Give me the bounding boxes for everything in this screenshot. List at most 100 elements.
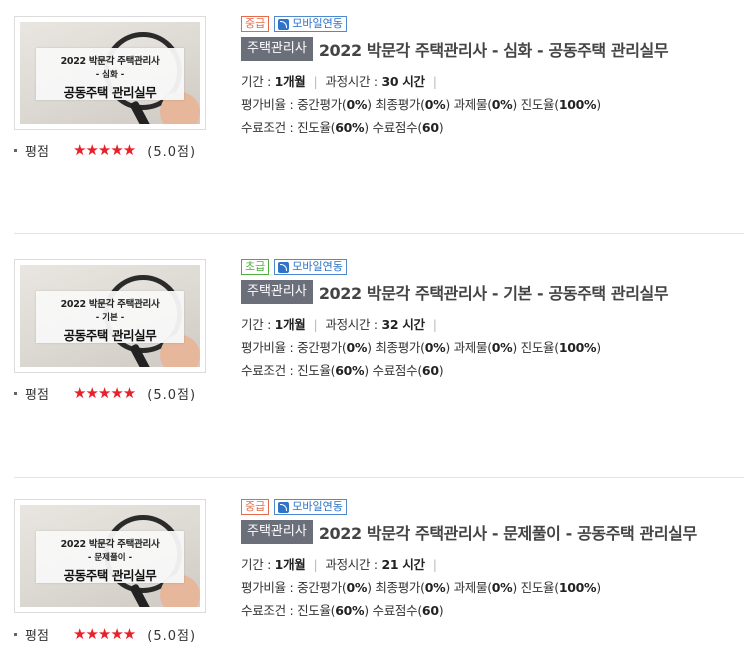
level-badge: 초급 [241, 259, 270, 275]
final-value: 0% [424, 340, 446, 355]
thumbnail-line2: - 기본 - [95, 313, 125, 323]
meta-complete-cond: 수료조건 : 진도율(60%) 수료점수(60) [241, 599, 744, 622]
hours-label: 과정시간 : [325, 317, 382, 332]
thumbnail-image: 2022 박문각 주택관리사 - 기본 - 공동주택 관리실무 [20, 265, 200, 367]
cond-end: ) [438, 603, 444, 618]
title-row: 주택관리사 2022 박문각 주택관리사 - 기본 - 공동주택 관리실무 [241, 280, 744, 304]
mid-label: 중간평가( [297, 340, 347, 355]
course-thumbnail[interactable]: 2022 박문각 주택관리사 - 문제풀이 - 공동주택 관리실무 [14, 499, 206, 613]
ratio-end: ) [596, 97, 601, 112]
hours-label: 과정시간 : [325, 74, 382, 89]
mid-label: 중간평가( [297, 97, 347, 112]
rss-icon [278, 501, 290, 513]
cond-score-label: ) 수료점수( [364, 603, 422, 618]
rating-score: (5.0점) [147, 387, 197, 403]
course-thumbnail[interactable]: 2022 박문각 주택관리사 - 기본 - 공동주택 관리실무 [14, 259, 206, 373]
meta-eval-ratio: 평가비율 : 중간평가(0%) 최종평가(0%) 과제물(0%) 진도율(100… [241, 336, 744, 359]
period-value: 1개월 [274, 557, 306, 572]
cond-progress-value: 60% [335, 603, 365, 618]
course-rating: 평점 ★★★★★ (5.0점) [14, 624, 196, 644]
course-item: 2022 박문각 주택관리사 - 심화 - 공동주택 관리실무 평점 ★★★★★… [0, 0, 744, 232]
course-title-link[interactable]: 2022 박문각 주택관리사 - 심화 - 공동주택 관리실무 [319, 37, 669, 61]
mid-label: 중간평가( [297, 580, 347, 595]
bullet-icon [14, 148, 17, 152]
cond-progress-label: 진도율( [297, 120, 336, 135]
thumbnail-card: 2022 박문각 주택관리사 - 문제풀이 - 공동주택 관리실무 [36, 531, 184, 583]
level-badge: 중급 [241, 499, 270, 515]
course-meta: 기간 : 1개월 | 과정시간 : 32 시간 | 평가비율 : 중간평가(0%) 최… [241, 313, 744, 382]
category-tag: 주택관리사 [241, 520, 313, 544]
meta-complete-cond: 수료조건 : 진도율(60%) 수료점수(60) [241, 116, 744, 139]
mobile-badge: 모바일연동 [274, 16, 347, 32]
meta-period-hours: 기간 : 1개월 | 과정시간 : 21 시간 | [241, 553, 744, 576]
thumbnail-line3: 공동주택 관리실무 [63, 568, 157, 583]
thumbnail-line3: 공동주택 관리실무 [63, 328, 157, 343]
assign-value: 0% [491, 97, 513, 112]
final-label: ) 최종평가( [367, 580, 425, 595]
period-value: 1개월 [274, 317, 306, 332]
title-row: 주택관리사 2022 박문각 주택관리사 - 심화 - 공동주택 관리실무 [241, 37, 744, 61]
cond-score-label: ) 수료점수( [364, 363, 422, 378]
assign-label: ) 과제물( [445, 580, 492, 595]
progress-value: 100% [558, 340, 597, 355]
rating-label: 평점 [25, 144, 49, 160]
mid-value: 0% [346, 97, 368, 112]
progress-value: 100% [558, 580, 597, 595]
thumbnail-line2: - 문제풀이 - [87, 553, 133, 563]
meta-complete-cond: 수료조건 : 진도율(60%) 수료점수(60) [241, 359, 744, 382]
course-item: 2022 박문각 주택관리사 - 문제풀이 - 공동주택 관리실무 평점 ★★★… [0, 477, 744, 662]
progress-label: ) 진도율( [512, 580, 559, 595]
period-label: 기간 : [241, 317, 275, 332]
divider-line [14, 477, 744, 478]
rss-icon [278, 261, 290, 273]
final-value: 0% [424, 97, 446, 112]
mobile-badge-label: 모바일연동 [292, 17, 343, 30]
course-rating: 평점 ★★★★★ (5.0점) [14, 383, 196, 403]
thumbnail-card: 2022 박문각 주택관리사 - 심화 - 공동주택 관리실무 [36, 48, 184, 100]
thumbnail-line3: 공동주택 관리실무 [63, 85, 157, 100]
star-rating-icon: ★★★★★ [73, 625, 136, 643]
period-value: 1개월 [274, 74, 306, 89]
divider: | [313, 317, 318, 332]
divider: | [432, 74, 437, 89]
course-meta: 기간 : 1개월 | 과정시간 : 21 시간 | 평가비율 : 중간평가(0%) 최… [241, 553, 744, 622]
thumbnail-line1: 2022 박문각 주택관리사 [60, 539, 160, 550]
rating-score: (5.0점) [147, 144, 197, 160]
final-value: 0% [424, 580, 446, 595]
divider: | [432, 557, 437, 572]
mobile-badge: 모바일연동 [274, 259, 347, 275]
star-rating-icon: ★★★★★ [73, 141, 136, 159]
rating-label: 평점 [25, 387, 49, 403]
hours-value: 32 시간 [381, 317, 425, 332]
cond-score-value: 60 [421, 120, 439, 135]
course-item: 2022 박문각 주택관리사 - 기본 - 공동주택 관리실무 평점 ★★★★★… [0, 233, 744, 477]
course-title-link[interactable]: 2022 박문각 주택관리사 - 문제풀이 - 공동주택 관리실무 [319, 520, 697, 544]
cond-progress-value: 60% [335, 120, 365, 135]
assign-value: 0% [491, 580, 513, 595]
thumbnail-line2: - 심화 - [95, 70, 125, 80]
thumbnail-image: 2022 박문각 주택관리사 - 심화 - 공동주택 관리실무 [20, 22, 200, 124]
title-row: 주택관리사 2022 박문각 주택관리사 - 문제풀이 - 공동주택 관리실무 [241, 520, 744, 544]
course-title-link[interactable]: 2022 박문각 주택관리사 - 기본 - 공동주택 관리실무 [319, 280, 669, 304]
rating-score: (5.0점) [147, 628, 197, 644]
course-thumbnail[interactable]: 2022 박문각 주택관리사 - 심화 - 공동주택 관리실무 [14, 16, 206, 130]
course-info: 중급 모바일연동 주택관리사 2022 박문각 주택관리사 - 심화 - 공동주… [241, 16, 744, 139]
hours-label: 과정시간 : [325, 557, 382, 572]
cond-score-value: 60 [421, 363, 439, 378]
bullet-icon [14, 632, 17, 636]
cond-end: ) [438, 363, 444, 378]
cond-score-label: ) 수료점수( [364, 120, 422, 135]
star-rating-icon: ★★★★★ [73, 384, 136, 402]
hours-value: 21 시간 [381, 557, 425, 572]
divider-line [14, 233, 744, 234]
assign-value: 0% [491, 340, 513, 355]
thumbnail-card: 2022 박문각 주택관리사 - 기본 - 공동주택 관리실무 [36, 291, 184, 343]
complete-label: 수료조건 : [241, 363, 298, 378]
thumbnail-line1: 2022 박문각 주택관리사 [60, 299, 160, 310]
mobile-badge: 모바일연동 [274, 499, 347, 515]
ratio-end: ) [596, 340, 601, 355]
course-meta: 기간 : 1개월 | 과정시간 : 30 시간 | 평가비율 : 중간평가(0%) 최… [241, 70, 744, 139]
progress-value: 100% [558, 97, 597, 112]
progress-label: ) 진도율( [512, 340, 559, 355]
ratio-end: ) [596, 580, 601, 595]
